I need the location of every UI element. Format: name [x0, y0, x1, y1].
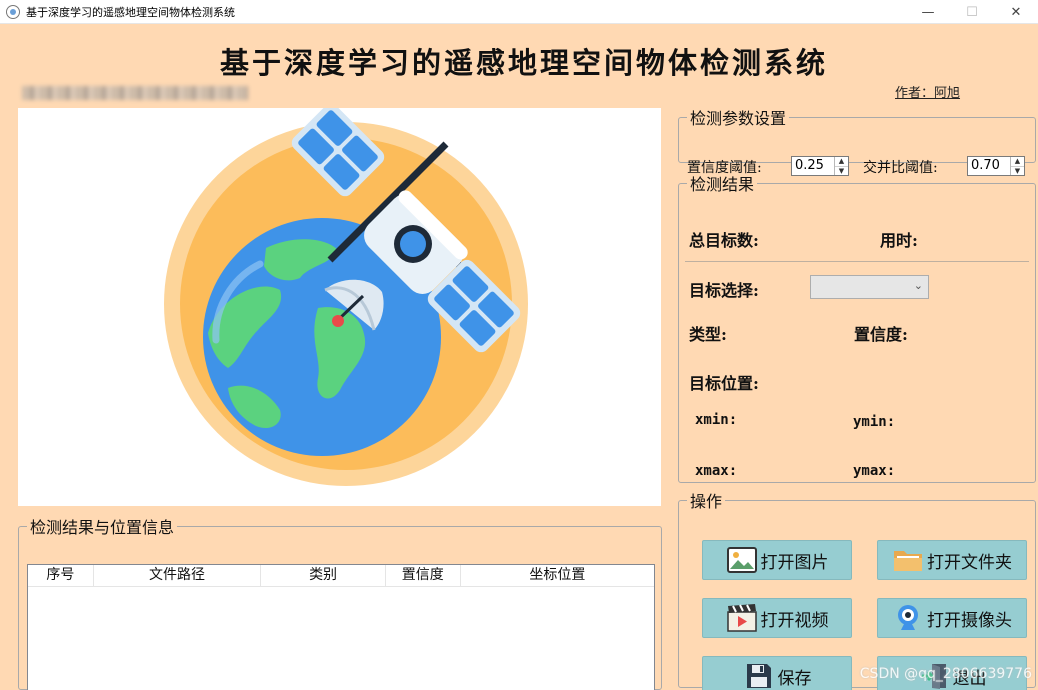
param-settings-legend: 检测参数设置: [690, 109, 787, 128]
image-display: [18, 108, 661, 506]
earth-satellite-illustration: [164, 108, 528, 486]
ymin-label: ymin:: [853, 414, 896, 430]
column-header-file-path[interactable]: 文件路径: [94, 565, 262, 586]
webcam-icon: [892, 603, 924, 633]
total-targets-label: 总目标数:: [689, 231, 759, 250]
table-header: 序号 文件路径 类别 置信度 坐标位置: [28, 565, 654, 587]
column-header-index[interactable]: 序号: [28, 565, 94, 586]
results-table-legend: 检测结果与位置信息: [30, 518, 175, 537]
open-camera-button[interactable]: 打开摄像头: [877, 598, 1027, 638]
folder-icon: [892, 545, 924, 575]
divider: [685, 261, 1029, 262]
chevron-down-icon[interactable]: ⌄: [914, 279, 923, 292]
open-folder-button[interactable]: 打开文件夹: [877, 540, 1027, 580]
open-folder-label: 打开文件夹: [927, 552, 1012, 573]
column-header-coordinates[interactable]: 坐标位置: [461, 565, 654, 586]
floppy-save-icon: [743, 661, 775, 690]
open-image-button[interactable]: 打开图片: [702, 540, 852, 580]
results-table[interactable]: 序号 文件路径 类别 置信度 坐标位置 ‹ ›: [27, 564, 655, 690]
redacted-text: [22, 86, 248, 100]
spin-up-icon[interactable]: ▲: [835, 157, 848, 166]
open-video-button[interactable]: 打开视频: [702, 598, 852, 638]
maximize-button[interactable]: ☐: [950, 0, 994, 24]
watermark: CSDN @qq_2806639776: [859, 666, 1032, 682]
detection-results-group: 检测结果 总目标数: 用时: 目标选择: ⌄ 类型: 置信度: 目标位置: xm…: [678, 171, 1036, 483]
detection-results-legend: 检测结果: [690, 175, 755, 194]
confidence-label: 置信度:: [854, 325, 908, 344]
target-select-dropdown[interactable]: ⌄: [810, 275, 929, 299]
author-label: 作者：阿旭: [895, 86, 961, 101]
video-icon: [726, 603, 758, 633]
column-header-class[interactable]: 类别: [261, 565, 386, 586]
xmax-label: xmax:: [695, 463, 738, 479]
save-button[interactable]: 保存: [702, 656, 852, 690]
elapsed-time-label: 用时:: [880, 231, 918, 250]
page-title: 基于深度学习的遥感地理空间物体检测系统: [219, 46, 828, 80]
operations-legend: 操作: [690, 492, 723, 511]
param-settings-group: 检测参数设置 置信度阈值: 0.25 ▲ ▼ 交并比阈值: 0.70 ▲ ▼: [678, 105, 1036, 176]
window-title: 基于深度学习的遥感地理空间物体检测系统: [26, 5, 235, 19]
results-table-group: 检测结果与位置信息 序号 文件路径 类别 置信度 坐标位置 ‹ ›: [18, 514, 662, 690]
ymax-label: ymax:: [853, 463, 896, 479]
target-select-label: 目标选择:: [689, 281, 759, 300]
minimize-button[interactable]: —: [906, 0, 950, 24]
type-label: 类型:: [689, 325, 727, 344]
picture-icon: [726, 545, 758, 575]
target-position-label: 目标位置:: [689, 374, 759, 393]
open-video-label: 打开视频: [760, 610, 829, 631]
app-icon: [6, 4, 20, 19]
xmin-label: xmin:: [695, 412, 738, 428]
window-titlebar: 基于深度学习的遥感地理空间物体检测系统 — ☐ ✕: [0, 0, 1038, 24]
save-label: 保存: [777, 668, 812, 689]
open-image-label: 打开图片: [760, 552, 829, 573]
column-header-confidence[interactable]: 置信度: [386, 565, 461, 586]
open-camera-label: 打开摄像头: [927, 610, 1012, 631]
spin-up-icon[interactable]: ▲: [1011, 157, 1024, 166]
operations-group: 操作 打开图片 打开文件夹 打开视频 打开摄像头 保存 退出: [678, 488, 1036, 690]
close-button[interactable]: ✕: [994, 0, 1038, 24]
